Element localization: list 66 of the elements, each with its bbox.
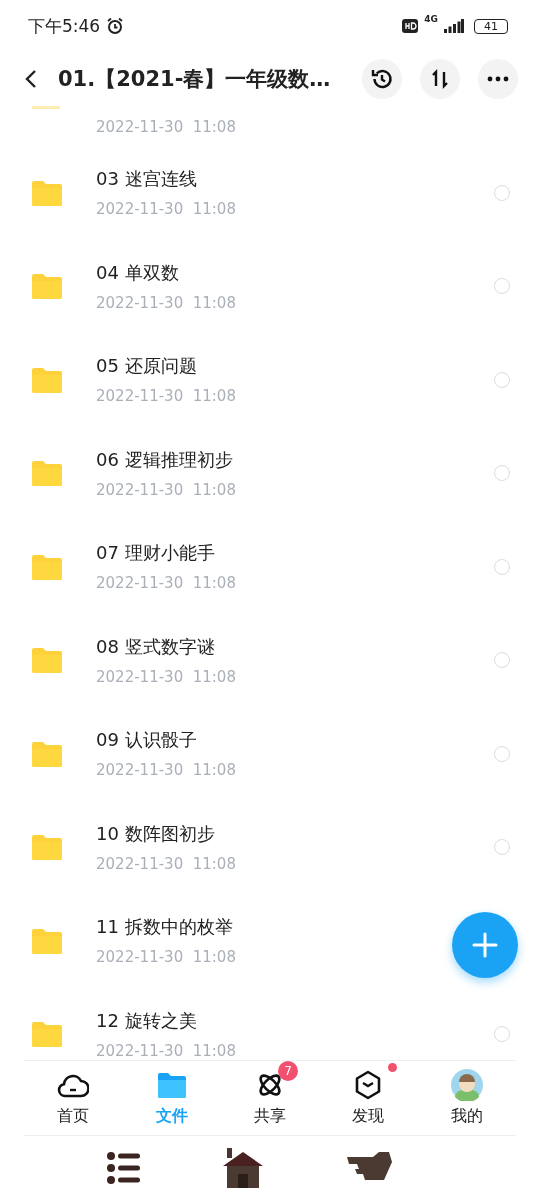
hd-icon [402,19,419,33]
file-date: 2022-11-30 11:08 [96,761,237,780]
file-row[interactable]: 05 还原问题 2022-11-30 11:08 [0,333,540,427]
cloud-icon [57,1072,90,1098]
nav-tab[interactable]: 7 共享 [220,1061,320,1135]
select-radio[interactable] [494,745,510,762]
folder-title: 01.【2021-春】一年级数… [58,66,332,93]
file-name: 05 还原问题 [96,354,198,379]
file-date: 2022-11-30 11:08 [96,293,237,312]
select-radio[interactable] [494,652,510,669]
count-badge: 7 [278,1061,298,1081]
file-row[interactable]: 07 理财小能手 2022-11-30 11:08 [0,520,540,614]
history-icon [370,67,394,91]
file-row[interactable]: 09 认识骰子 2022-11-30 11:08 [0,707,540,801]
file-date: 2022-11-30 11:08 [96,667,237,686]
file-date: 2022-11-30 11:08 [96,948,237,967]
house-icon[interactable] [221,1146,265,1190]
file-date: 2022-11-30 11:08 [96,480,237,499]
add-button[interactable] [452,912,518,978]
sort-button[interactable] [420,59,460,99]
file-row[interactable]: 11 拆数中的枚举 2022-11-30 11:08 [0,894,540,988]
more-icon [487,76,509,82]
nav-tab[interactable]: 我的 [417,1061,517,1135]
file-date: 2022-11-30 11:08 [96,574,237,593]
file-name: 03 迷宫连线 [96,167,198,192]
file-name: 07 理财小能手 [96,541,216,566]
alarm-icon [106,17,125,35]
back-icon [24,69,38,89]
nav-tab[interactable]: 发现 [319,1061,418,1135]
file-date: 2022-11-30 11:08 [96,200,237,219]
battery-indicator: 41 [474,18,508,34]
select-radio[interactable] [494,1026,510,1043]
hexagon-icon [354,1070,383,1100]
file-row[interactable]: 08 竖式数字谜 2022-11-30 11:08 [0,613,540,707]
status-time: 下午5:46 [28,14,101,38]
file-name: 04 单双数 [96,260,180,285]
file-date: 2022-11-30 11:08 [96,1041,237,1060]
file-row[interactable]: 04 单双数 2022-11-30 11:08 [0,239,540,333]
file-row[interactable]: 03 迷宫连线 2022-11-30 11:08 [0,146,540,240]
file-name: 06 逻辑推理初步 [96,447,234,472]
file-row[interactable]: 12 旋转之美 2022-11-30 11:08 [0,987,540,1060]
file-name: 12 旋转之美 [96,1008,198,1033]
more-button[interactable] [478,59,518,99]
avatar-icon [450,1069,483,1101]
plus-icon [471,931,499,959]
file-date: 2022-11-30 11:08 [96,854,237,873]
select-radio[interactable] [494,465,510,482]
network-label: 4G [424,14,438,24]
file-date: 2022-11-30 11:08 [96,387,237,406]
history-button[interactable] [362,59,402,99]
file-date: 2022-11-30 11:08 [96,118,237,136]
menu-icon[interactable] [107,1152,141,1184]
select-radio[interactable] [494,184,510,201]
signal-icon [444,19,464,33]
file-name: 10 数阵图初步 [96,821,216,846]
select-radio[interactable] [494,371,510,388]
file-row[interactable]: 06 逻辑推理初步 2022-11-30 11:08 [0,426,540,520]
orbit-icon [256,1071,284,1099]
select-radio[interactable] [494,839,510,856]
file-row[interactable]: 10 数阵图初步 2022-11-30 11:08 [0,800,540,894]
select-radio[interactable] [494,278,510,295]
select-radio[interactable] [494,558,510,575]
file-name: 09 认识骰子 [96,728,198,753]
nav-tab[interactable]: 首页 [24,1061,123,1135]
file-name: 11 拆数中的枚举 [96,915,234,940]
file-name: 08 竖式数字谜 [96,634,216,659]
